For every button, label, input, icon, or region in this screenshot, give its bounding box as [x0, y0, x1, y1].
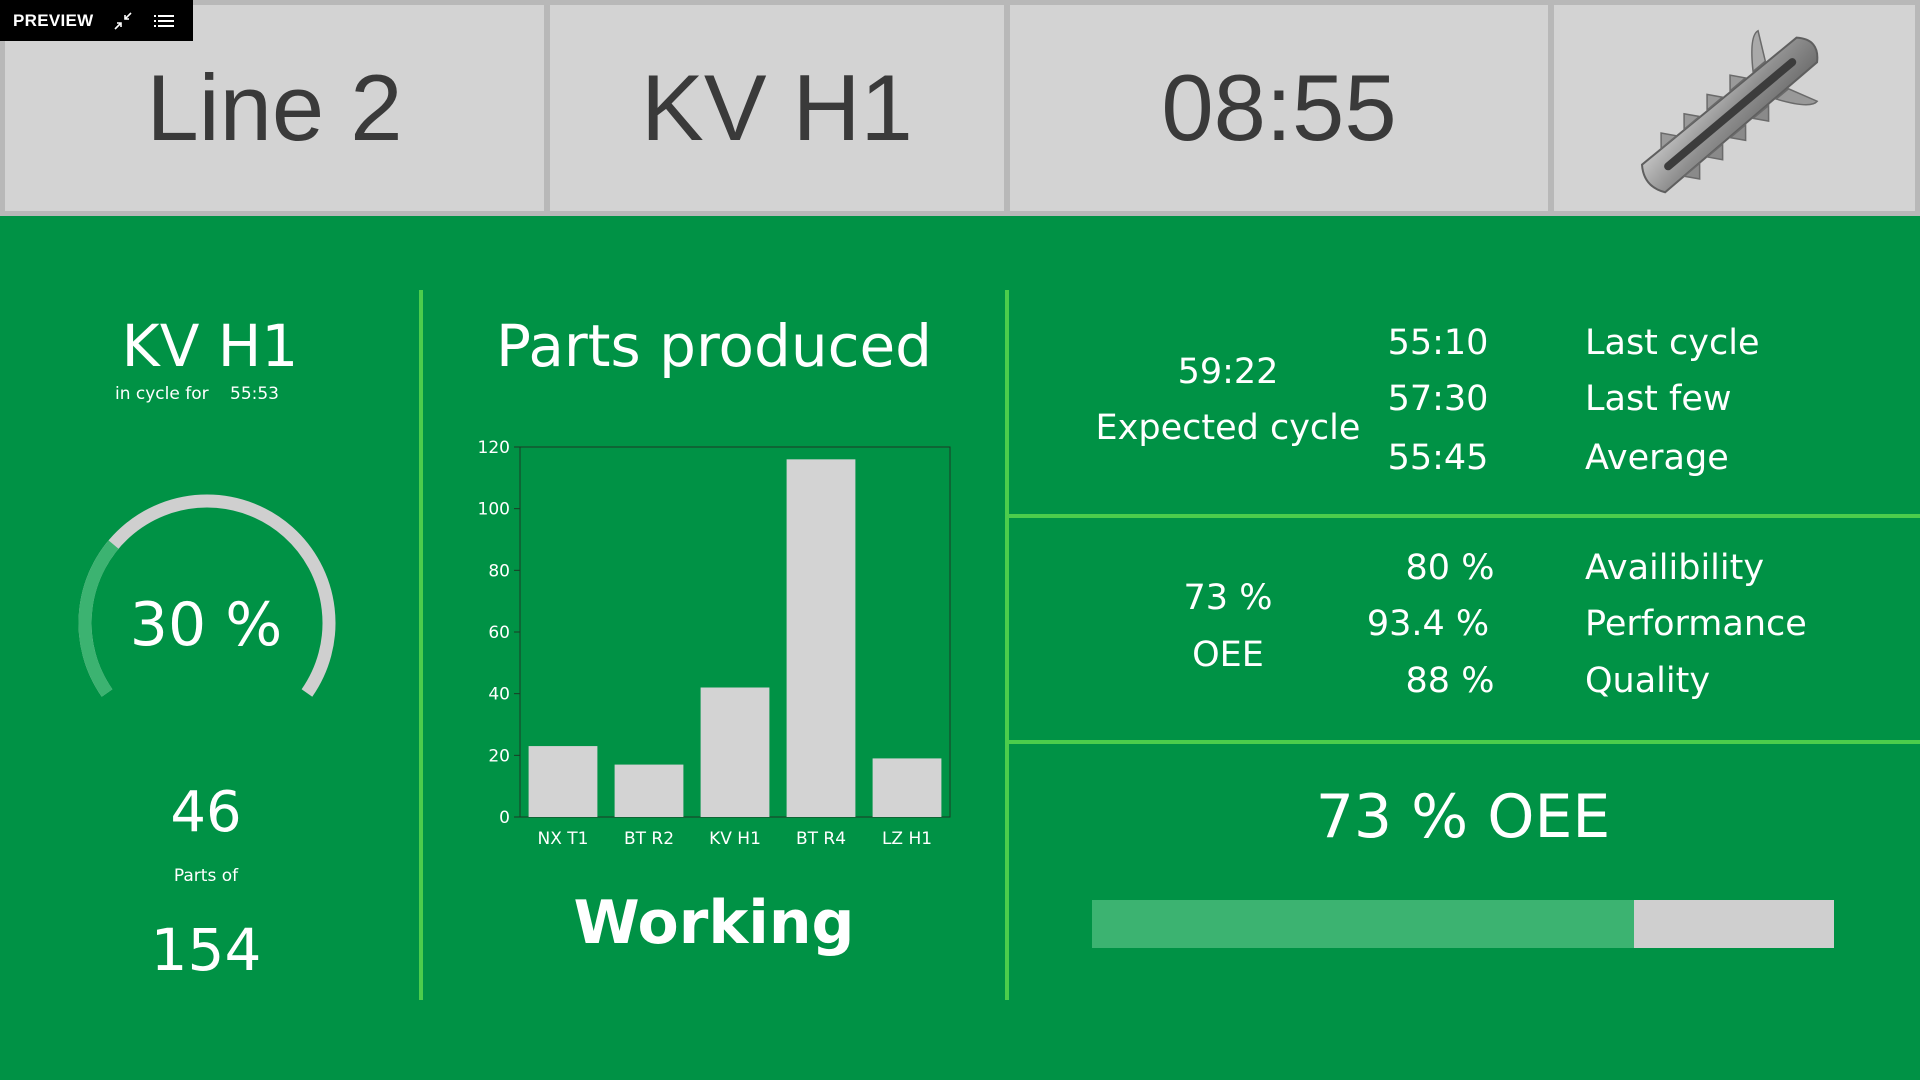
average-label: Average	[1585, 438, 1729, 478]
x-tick-label: LZ H1	[882, 829, 932, 849]
current-time: 08:55	[1010, 5, 1548, 211]
x-tick-label: BT R4	[796, 829, 846, 849]
parts-count: 46	[170, 780, 242, 845]
oee-label: OEE	[1192, 635, 1264, 675]
progress-percent: 30 %	[129, 590, 283, 660]
wall-plug-anchor-image	[1640, 29, 1819, 194]
chart-bar	[700, 687, 770, 817]
last-few-value: 57:30	[1387, 379, 1489, 419]
chart-title: Parts produced	[496, 312, 932, 380]
list-icon[interactable]	[152, 9, 176, 33]
performance-label: Performance	[1585, 604, 1807, 644]
y-tick-label: 20	[488, 746, 510, 766]
cycle-label: in cycle for	[115, 384, 209, 404]
performance-value: 93.4 %	[1366, 604, 1490, 644]
oee-value: 73 %	[1183, 578, 1273, 618]
expected-cycle-label: Expected cycle	[1095, 408, 1361, 448]
part-image-cell	[1554, 5, 1915, 211]
expected-cycle-value: 59:22	[1177, 352, 1279, 392]
availability-value: 80 %	[1405, 548, 1495, 588]
y-tick-label: 120	[478, 438, 510, 458]
quality-value: 88 %	[1405, 661, 1495, 701]
chart-bar	[872, 758, 942, 817]
cycle-value: 55:53	[230, 384, 279, 404]
y-tick-label: 60	[488, 623, 510, 643]
oee-progress-bar	[1092, 900, 1834, 948]
collapse-arrows-icon[interactable]	[111, 9, 135, 33]
chart-bar	[528, 746, 598, 817]
header-machine-name: KV H1	[550, 5, 1004, 211]
gauge-fill	[78, 540, 119, 697]
machine-status: Working	[573, 888, 855, 958]
preview-label: PREVIEW	[13, 10, 94, 30]
machine-title: KV H1	[121, 312, 299, 380]
y-tick-label: 40	[488, 685, 510, 705]
oee-summary-text: 73 % OEE	[1315, 782, 1611, 852]
quality-label: Quality	[1585, 661, 1711, 701]
last-cycle-label: Last cycle	[1585, 323, 1760, 363]
divider-left	[419, 290, 423, 1000]
y-tick-label: 0	[499, 808, 510, 828]
x-tick-label: NX T1	[538, 829, 589, 849]
average-value: 55:45	[1387, 438, 1489, 478]
preview-toolbar: PREVIEW	[0, 0, 193, 41]
last-cycle-value: 55:10	[1387, 323, 1489, 363]
parts-total: 154	[150, 916, 262, 984]
divider-right	[1005, 290, 1009, 1000]
parts-of-label: Parts of	[173, 866, 239, 886]
last-few-label: Last few	[1585, 379, 1732, 419]
y-tick-label: 80	[488, 561, 510, 581]
availability-label: Availibility	[1585, 548, 1765, 588]
chart-bar	[786, 459, 856, 817]
parts-produced-chart: 0 20 40 60 80 100 120 NX T1 BT R2 KV H1 BT R4 LZ H1	[478, 438, 951, 849]
header-bar: Line 2 KV H1 08:55	[0, 0, 1920, 216]
x-tick-label: KV H1	[709, 829, 761, 849]
x-tick-label: BT R2	[624, 829, 674, 849]
divider-cycle-oee	[1009, 514, 1920, 518]
oee-progress-fill	[1092, 900, 1634, 948]
divider-oee-summary	[1009, 740, 1920, 744]
chart-bar	[614, 764, 684, 817]
y-tick-label: 100	[478, 500, 510, 520]
